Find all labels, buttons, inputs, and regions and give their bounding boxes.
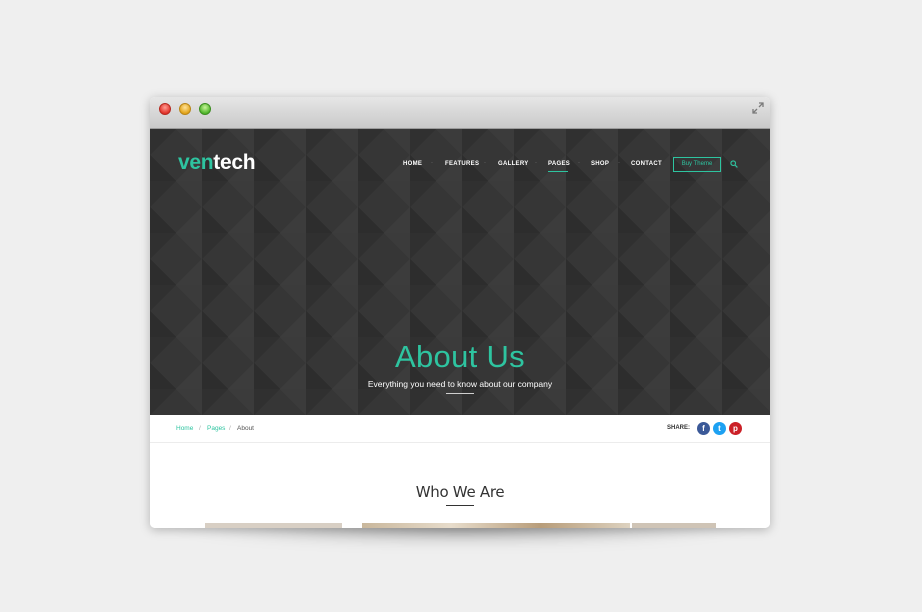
fullscreen-icon[interactable] [751, 101, 765, 115]
close-window-button[interactable] [159, 103, 171, 115]
breadcrumb-separator: / [199, 425, 201, 432]
content-area: Who We Are [150, 443, 770, 528]
team-image [362, 523, 630, 528]
nav-separator: · [484, 160, 486, 166]
buy-theme-button[interactable]: Buy Theme [673, 157, 721, 172]
section-divider [446, 505, 474, 506]
breadcrumb-home[interactable]: Home [176, 425, 193, 432]
nav-shop[interactable]: SHOP [591, 161, 609, 167]
twitter-icon[interactable]: t [713, 422, 726, 435]
nav-active-indicator [548, 171, 568, 172]
title-divider [446, 393, 474, 394]
search-icon[interactable] [730, 160, 738, 168]
nav-features[interactable]: FEATURES [445, 161, 479, 167]
browser-window: ventech HOME · FEATURES · GALLERY · PAGE… [150, 97, 770, 528]
window-titlebar [150, 97, 770, 129]
team-image [632, 523, 716, 528]
nav-separator: · [618, 160, 620, 166]
pinterest-icon[interactable]: p [729, 422, 742, 435]
facebook-icon[interactable]: f [697, 422, 710, 435]
nav-gallery[interactable]: GALLERY [498, 161, 529, 167]
hero-section: ventech HOME · FEATURES · GALLERY · PAGE… [150, 129, 770, 415]
nav-separator: · [535, 160, 537, 166]
minimize-window-button[interactable] [179, 103, 191, 115]
nav-pages[interactable]: PAGES [548, 161, 570, 167]
section-title: Who We Are [415, 483, 505, 501]
share-label: SHARE: [667, 425, 691, 431]
nav-separator: · [578, 160, 580, 166]
zoom-window-button[interactable] [199, 103, 211, 115]
breadcrumb-current: About [237, 425, 254, 432]
nav-contact[interactable]: CONTACT [631, 161, 662, 167]
page-subtitle: Everything you need to know about our co… [367, 379, 553, 389]
logo-part-ven: ven [178, 151, 214, 174]
nav-separator: · [431, 160, 433, 166]
logo-part-tech: tech [213, 151, 256, 174]
nav-home[interactable]: HOME [403, 161, 422, 167]
team-image [205, 523, 342, 528]
breadcrumb-separator: / [229, 425, 231, 432]
page-title: About Us [395, 339, 525, 374]
site-logo[interactable]: ventech [178, 151, 256, 175]
breadcrumb-bar: Home / Pages / About SHARE: f t p [150, 415, 770, 443]
breadcrumb-pages[interactable]: Pages [207, 425, 225, 432]
